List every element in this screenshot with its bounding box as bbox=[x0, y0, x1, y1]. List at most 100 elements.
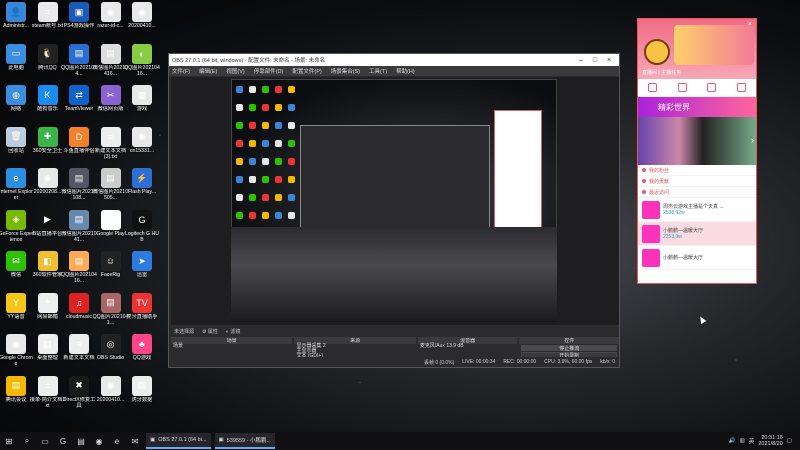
stream-card[interactable]: 周杰云游戏主播是个天真 ... 2538.92w bbox=[638, 198, 756, 222]
panel-tabs bbox=[638, 79, 756, 97]
logitech-icon[interactable]: G bbox=[56, 435, 70, 447]
desktop-icon-label: cn15331... bbox=[129, 147, 155, 154]
obs-title: OBS 27.0.1 (64 bit, windows) - 配置文件: 未命名… bbox=[172, 58, 326, 64]
menu-item[interactable]: 编辑(E) bbox=[199, 67, 217, 75]
preview-icon bbox=[275, 122, 282, 129]
controls-title: 控件 bbox=[519, 338, 619, 344]
desktop-icon[interactable]: ⚡ Flash Play... bbox=[124, 168, 160, 214]
photo-carousel[interactable]: › bbox=[638, 117, 756, 165]
mail-icon: ✦ bbox=[37, 292, 58, 313]
gift-icon[interactable] bbox=[707, 83, 717, 92]
preview-icon bbox=[262, 194, 269, 201]
desktop-icon[interactable]: TV 虎牙直播助手 bbox=[124, 292, 160, 339]
promo-banner[interactable]: 精彩世界 bbox=[638, 97, 756, 117]
menu-item[interactable]: 配置文件(P) bbox=[292, 67, 321, 75]
cloudmusic-icon: ♫ bbox=[69, 292, 89, 313]
edge-icon[interactable]: e bbox=[110, 435, 124, 447]
rec-time: REC: 00:00:00 bbox=[503, 359, 537, 365]
preview-icon bbox=[262, 140, 269, 147]
desktop-icon-label: Flash Play... bbox=[127, 189, 157, 195]
source-toolbar: 未选择源 ⚙ 属性 ◐ 滤镜 bbox=[171, 326, 619, 336]
search-icon[interactable]: ⌕ bbox=[20, 435, 34, 447]
desktop-icon[interactable]: ▦ 游戏 bbox=[124, 85, 160, 131]
clock[interactable]: 20:31:16 2021/8/20 bbox=[758, 435, 782, 447]
obs-preview[interactable] bbox=[171, 77, 619, 325]
desktop-icon-label: QQ游戏 bbox=[132, 355, 152, 361]
taskbar-task[interactable]: ▣ OBS 27.0.1 (64 bi... bbox=[146, 433, 211, 449]
volume-icon[interactable]: 🔊 bbox=[729, 438, 736, 444]
text-file-icon: ≡ bbox=[37, 2, 58, 22]
preview-icon bbox=[236, 194, 243, 201]
preview-panel bbox=[494, 110, 542, 228]
desktop-icon[interactable]: G Logitech G HUB bbox=[124, 209, 160, 256]
menu-item[interactable]: 场景集合(S) bbox=[331, 67, 360, 75]
desktop-icon[interactable]: ◐ QQ图片20210416... bbox=[124, 43, 160, 90]
home-icon[interactable] bbox=[648, 83, 658, 92]
properties-button[interactable]: ⚙ 属性 bbox=[202, 328, 218, 335]
obs-statusbar: 丢帧 0 (0.0%) LIVE: 00:00:34 REC: 00:00:00… bbox=[171, 357, 619, 367]
controls-dock: 控件 停止推流 开始录制启动虚拟摄像机工作室模式设置退出 bbox=[519, 337, 619, 357]
stream-thumbnail bbox=[642, 200, 660, 219]
avatar[interactable] bbox=[644, 39, 670, 65]
wechat-icon[interactable]: ✉ bbox=[128, 435, 142, 447]
scene-item[interactable]: 场景 bbox=[171, 344, 292, 349]
desktop-icon[interactable]: ♣ QQ游戏 bbox=[124, 334, 160, 380]
stream-card[interactable]: 小鹏鹏—温暖大厅 bbox=[638, 246, 756, 270]
menu-item[interactable]: 帮助(H) bbox=[396, 67, 415, 75]
wechat-icon: ✉ bbox=[6, 251, 26, 271]
preview-icon bbox=[275, 158, 282, 165]
desktop-icon-label: 虎牙直播助手 bbox=[126, 313, 158, 320]
stream-card[interactable]: 小鹏鹏—温暖大厅 2253.9w bbox=[638, 222, 756, 246]
filters-button[interactable]: ◐ 滤镜 bbox=[226, 328, 240, 335]
preview-icon bbox=[262, 104, 269, 111]
desktop-icon[interactable]: ◉ cn15331... bbox=[124, 126, 160, 173]
panel-menu-item[interactable]: 我的粉丝 bbox=[638, 165, 756, 176]
preview-icon bbox=[249, 86, 256, 93]
panel-menu-item[interactable]: 我的贡献 bbox=[638, 176, 756, 187]
obs-menubar: 文件(F) 编辑(E) 视图(V) 停靠部件(D) 配置文件(P) 场景集合(S) 工具(T… bbox=[169, 66, 619, 76]
live-stream-panel[interactable]: × 直播间 | 主播任务 精彩世界 › 我的粉丝我的贡献最近访问 周杰云游戏主播… bbox=[637, 18, 757, 284]
obs-window[interactable]: OBS 27.0.1 (64 bit, windows) - 配置文件: 未命名… bbox=[168, 53, 620, 368]
network-icon[interactable]: ▥ bbox=[740, 438, 745, 444]
no-source-label: 未选择源 bbox=[174, 328, 195, 335]
stop-stream-button[interactable]: 停止推流 bbox=[521, 345, 617, 352]
computer-icon: ▭ bbox=[6, 43, 26, 64]
chevron-right-icon[interactable]: › bbox=[751, 135, 754, 145]
huya-icon: ▣ bbox=[218, 437, 224, 443]
preview-icon bbox=[288, 140, 295, 147]
desktop-icon[interactable]: ◉ 20200410... bbox=[124, 2, 160, 48]
menu-item[interactable]: 文件(F) bbox=[172, 67, 190, 75]
preview-icon bbox=[249, 122, 256, 129]
chrome-icon: ◉ bbox=[37, 168, 58, 188]
grid-icon[interactable] bbox=[736, 83, 746, 92]
preview-wallpaper-fragment bbox=[231, 227, 557, 322]
image-file-icon: ▤ bbox=[100, 292, 121, 313]
task-view-icon[interactable]: ▭ bbox=[38, 435, 52, 447]
menu-item[interactable]: 视图(V) bbox=[226, 67, 244, 75]
desktop-icon[interactable]: ▤ 虎牙数据 bbox=[124, 375, 160, 422]
close-icon[interactable]: × bbox=[602, 57, 616, 64]
yy-icon: Y bbox=[6, 292, 26, 313]
obs-titlebar[interactable]: OBS 27.0.1 (64 bit, windows) - 配置文件: 未命名… bbox=[169, 54, 619, 66]
preview-icon bbox=[288, 158, 295, 165]
input-language[interactable]: 英 bbox=[749, 437, 755, 445]
menu-item[interactable]: 停靠部件(D) bbox=[254, 67, 284, 75]
preview-icon bbox=[262, 176, 269, 183]
folder-icon: ▤ bbox=[6, 375, 26, 396]
desktop-icon[interactable]: ➤ 迅雷 bbox=[124, 251, 160, 297]
user-icon[interactable] bbox=[677, 83, 687, 92]
menu-item[interactable]: 工具(T) bbox=[369, 67, 387, 75]
chrome-icon[interactable]: ◉ bbox=[92, 435, 106, 447]
maximize-icon[interactable]: □ bbox=[588, 57, 602, 64]
taskbar-task[interactable]: ▣ 539559 - 小鹏鹏... bbox=[214, 433, 276, 449]
preview-icon bbox=[262, 158, 269, 165]
minimize-icon[interactable]: – bbox=[574, 57, 588, 64]
notification-icon[interactable]: ▢ bbox=[787, 438, 792, 444]
windows-start-icon[interactable]: ⊞ bbox=[2, 435, 16, 447]
folder-icon[interactable]: ▤ bbox=[74, 435, 88, 447]
preview-icon bbox=[249, 194, 256, 201]
preview-icon bbox=[236, 158, 243, 165]
preview-icon bbox=[288, 104, 295, 111]
qq-game-icon: ♣ bbox=[132, 334, 152, 354]
panel-menu-item[interactable]: 最近访问 bbox=[638, 187, 756, 198]
